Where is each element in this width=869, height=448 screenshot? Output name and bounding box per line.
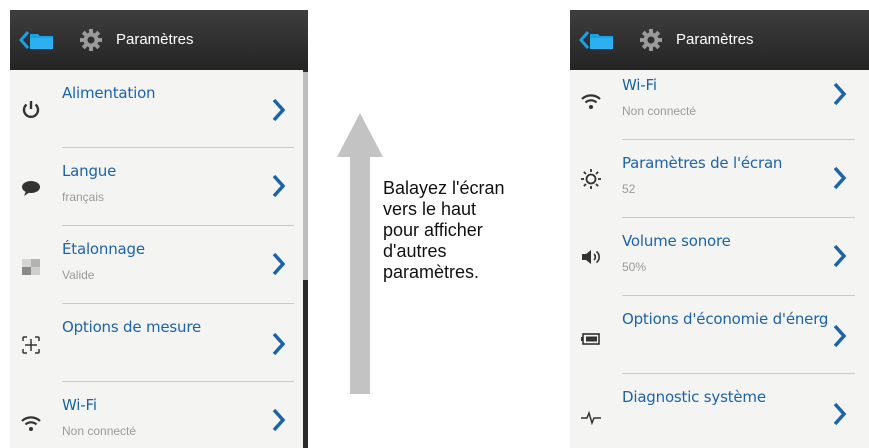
calibration-icon <box>22 259 40 275</box>
folder-icon[interactable] <box>29 31 54 50</box>
settings-item-wifi[interactable]: Wi-Fi Non connecté <box>570 62 869 140</box>
speaker-icon <box>582 250 600 264</box>
folder-icon[interactable] <box>589 31 614 50</box>
settings-item-label: Langue <box>62 162 117 180</box>
settings-item-value: Non connecté <box>62 424 137 438</box>
gear-icon <box>640 29 662 51</box>
title-bar: Paramètres <box>10 10 308 70</box>
chevron-right-icon[interactable] <box>272 332 286 356</box>
swipe-instruction-text: Balayez l'écran vers le haut pour affich… <box>383 178 505 282</box>
settings-item-label: Paramètres de l'écran <box>622 154 783 172</box>
battery-icon <box>581 333 600 345</box>
chevron-right-icon[interactable] <box>833 166 847 190</box>
settings-item-calibration[interactable]: Étalonnage Valide <box>10 226 308 304</box>
settings-item-value: 52 <box>622 182 636 196</box>
wifi-icon <box>21 416 41 431</box>
settings-item-label: Wi-Fi <box>622 76 657 94</box>
settings-item-label: Étalonnage <box>62 240 145 258</box>
page-title: Paramètres <box>676 31 754 48</box>
settings-item-label: Volume sonore <box>622 232 731 250</box>
settings-list: Wi-Fi Non connecté Paramètres de l'écran… <box>570 70 869 448</box>
settings-list: Alimentation Langue français Étalonnage … <box>10 70 308 448</box>
scrollbar[interactable] <box>303 70 308 448</box>
settings-screen-left: Paramètres Alimentation Langue français <box>10 10 308 448</box>
settings-item-display[interactable]: Paramètres de l'écran 52 <box>570 140 869 218</box>
crosshair-icon <box>22 336 40 354</box>
settings-screen-right: Paramètres Wi-Fi Non connecté Paramètres… <box>570 10 869 448</box>
brightness-icon <box>581 169 601 189</box>
settings-item-power[interactable]: Alimentation <box>10 70 308 148</box>
chevron-right-icon[interactable] <box>833 244 847 268</box>
chevron-right-icon[interactable] <box>833 324 847 348</box>
settings-item-label: Wi-Fi <box>62 396 97 414</box>
chevron-right-icon[interactable] <box>272 98 286 122</box>
settings-item-label: Options de mesure <box>62 318 201 336</box>
settings-item-value: Valide <box>62 268 95 282</box>
chevron-right-icon[interactable] <box>833 402 847 426</box>
settings-item-wifi[interactable]: Wi-Fi Non connecté <box>10 382 308 448</box>
speech-bubble-icon <box>22 181 40 196</box>
chevron-right-icon[interactable] <box>272 174 286 198</box>
settings-item-language[interactable]: Langue français <box>10 148 308 226</box>
gear-icon <box>80 29 102 51</box>
settings-item-value: Non connecté <box>622 104 697 118</box>
settings-item-label: Options d'économie d'énerg <box>622 310 829 328</box>
settings-item-diagnostics[interactable]: Diagnostic système <box>570 374 869 448</box>
title-bar: Paramètres <box>570 10 869 70</box>
settings-item-volume[interactable]: Volume sonore 50% <box>570 218 869 296</box>
chevron-right-icon[interactable] <box>833 82 847 106</box>
pulse-icon <box>581 410 601 426</box>
settings-item-value: français <box>62 190 105 204</box>
settings-item-value: 50% <box>622 260 647 274</box>
chevron-right-icon[interactable] <box>272 252 286 276</box>
wifi-icon <box>581 94 601 109</box>
page-title: Paramètres <box>116 31 194 48</box>
scrollbar-thumb[interactable] <box>303 72 308 280</box>
chevron-right-icon[interactable] <box>272 408 286 432</box>
settings-item-measure-options[interactable]: Options de mesure <box>10 304 308 382</box>
power-icon <box>22 101 40 119</box>
settings-item-label: Diagnostic système <box>622 388 766 406</box>
swipe-up-arrow-icon <box>337 113 383 394</box>
settings-item-power-saving[interactable]: Options d'économie d'énerg <box>570 296 869 374</box>
settings-item-label: Alimentation <box>62 84 156 102</box>
